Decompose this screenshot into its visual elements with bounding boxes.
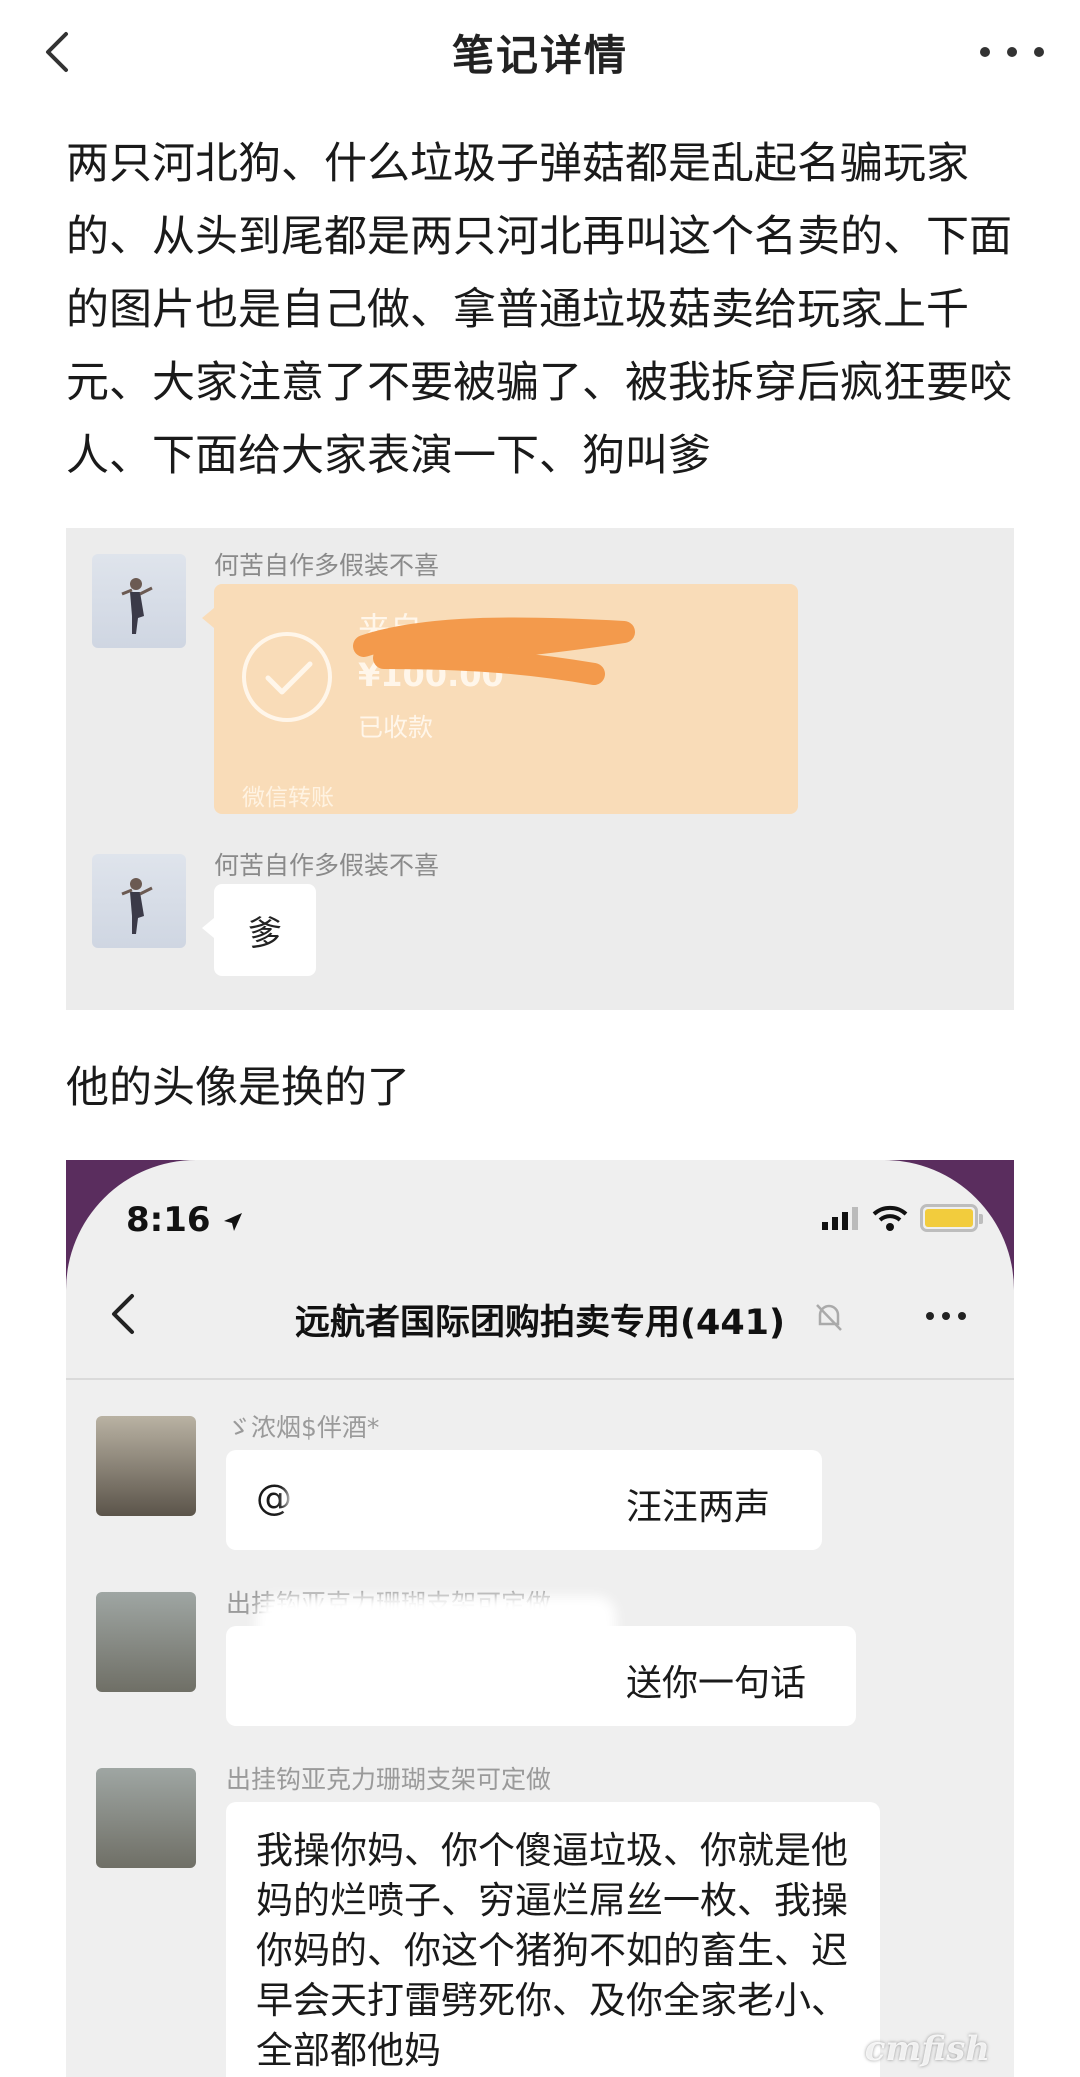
note-paragraph: 两只河北狗、什么垃圾子弹菇都是乱起名骗玩家的、从头到尾都是两只河北再叫这个名卖的… [66, 139, 1012, 481]
reply-bubble: 爹 [214, 884, 316, 976]
chat-title: 远航者国际团购拍卖专用(441) [294, 1303, 786, 1343]
sender-nickname: 出挂钩亚克力珊瑚支架可定做 [226, 1765, 552, 1794]
sender-nickname: ゞ浓烟$伴酒* [226, 1413, 380, 1442]
more-dots-icon[interactable] [980, 28, 1044, 76]
status-time-text: 8:16 [126, 1200, 211, 1240]
message-text: 汪汪两声 [626, 1487, 771, 1528]
avatar [92, 554, 186, 648]
sender-nickname: 何苦自作多假装不喜 [214, 551, 440, 580]
signal-icon [822, 1207, 858, 1230]
redaction-blur [256, 1596, 616, 1706]
location-icon [224, 1213, 243, 1231]
avatar [96, 1768, 196, 1868]
redaction-scribble [353, 617, 635, 685]
back-icon[interactable] [32, 24, 88, 80]
battery-icon [920, 1204, 983, 1232]
chat-screenshot-group: 8:16 远航者国际团购拍卖专用(441) ゞ浓烟$伴酒* @ 汪汪两声 送你一… [66, 1160, 1014, 2077]
bubble-tail [202, 918, 214, 938]
bubble-tail [202, 608, 214, 628]
transfer-footer: 微信转账 [242, 785, 334, 811]
check-circle-icon [242, 632, 332, 722]
transfer-card: 来自 ¥100.00 已收款 微信转账 [214, 584, 798, 814]
message-bubble: @ 汪汪两声 [226, 1450, 822, 1550]
more-dots-icon[interactable] [926, 1312, 966, 1320]
top-bar: 笔记详情 [0, 0, 1080, 104]
transfer-status: 已收款 [358, 713, 434, 742]
status-time: 8:16 [126, 1200, 244, 1240]
avatar [96, 1592, 196, 1692]
avatar [92, 854, 186, 948]
wifi-icon [872, 1205, 908, 1231]
chat-header: 远航者国际团购拍卖专用(441) [66, 1260, 1014, 1376]
message-text: 送你一句话 [626, 1663, 807, 1704]
chat-screenshot-transfer: 何苦自作多假装不喜 来自 ¥100.00 已收款 微信转账 何苦自作多假装不喜 … [66, 528, 1014, 1010]
phone-screen: 8:16 远航者国际团购拍卖专用(441) ゞ浓烟$伴酒* @ 汪汪两声 送你一… [66, 1160, 1014, 2077]
avatar [96, 1416, 196, 1516]
mute-bell-icon [816, 1304, 842, 1331]
status-bar: 8:16 [66, 1160, 1014, 1260]
divider [66, 1378, 1014, 1380]
sender-nickname: 何苦自作多假装不喜 [214, 851, 440, 880]
message-bubble: 送你一句话 [226, 1596, 856, 1726]
watermark: cmfish [864, 2029, 990, 2069]
page-title: 笔记详情 [451, 30, 628, 80]
redaction-blur [286, 1480, 616, 1520]
message-bubble: 我操你妈、你个傻逼垃圾、你就是他妈的烂喷子、穷逼烂屌丝一枚、我操你妈的、你这个猪… [226, 1802, 880, 2077]
note-paragraph: 他的头像是换的了 [66, 1063, 410, 1113]
